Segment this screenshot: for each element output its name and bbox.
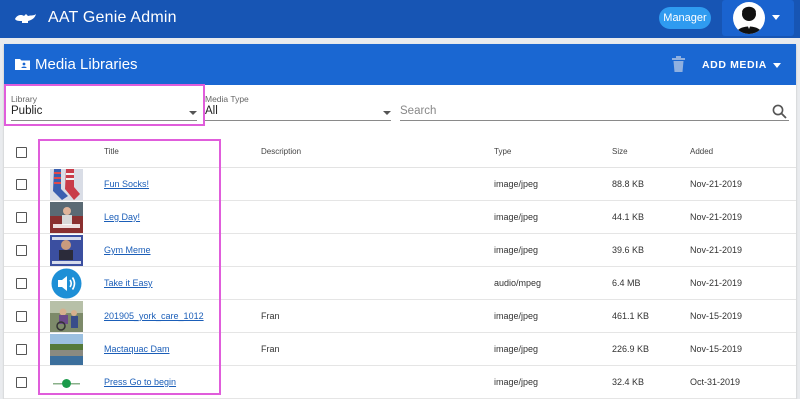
- media-size: 39.6 KB: [612, 245, 645, 255]
- chevron-down-icon: [772, 15, 780, 20]
- add-media-button[interactable]: ADD MEDIA: [702, 56, 781, 74]
- media-type: image/jpeg: [494, 212, 539, 222]
- media-type: image/jpeg: [494, 245, 539, 255]
- column-added[interactable]: Added: [690, 147, 713, 156]
- media-added: Nov-21-2019: [690, 245, 743, 255]
- media-size: 6.4 MB: [612, 278, 641, 288]
- card-header: Media Libraries ADD MEDIA: [4, 44, 796, 85]
- row-checkbox[interactable]: [16, 245, 27, 256]
- media-added: Nov-21-2019: [690, 179, 743, 189]
- genie-lamp-icon[interactable]: [13, 11, 37, 25]
- row-checkbox[interactable]: [16, 377, 27, 388]
- media-type-label: Media Type: [205, 94, 249, 104]
- search-icon[interactable]: [772, 104, 787, 119]
- media-type: image/jpeg: [494, 377, 539, 387]
- media-size: 88.8 KB: [612, 179, 645, 189]
- search-input[interactable]: Search: [400, 105, 436, 117]
- chevron-down-icon: [772, 62, 781, 68]
- row-checkbox[interactable]: [16, 278, 27, 289]
- library-highlight-box: [4, 84, 205, 126]
- search-underline: [400, 120, 789, 121]
- row-checkbox[interactable]: [16, 212, 27, 223]
- media-type-value: All: [205, 105, 218, 117]
- media-size: 44.1 KB: [612, 212, 645, 222]
- folder-icon: [15, 59, 30, 70]
- media-description: Fran: [261, 311, 280, 321]
- media-type: image/jpeg: [494, 311, 539, 321]
- user-avatar-icon: [736, 6, 762, 34]
- column-size[interactable]: Size: [612, 147, 628, 156]
- column-type[interactable]: Type: [494, 147, 511, 156]
- app-bar: AAT Genie Admin Manager: [0, 0, 800, 38]
- app-title: AAT Genie Admin: [48, 9, 177, 26]
- media-size: 32.4 KB: [612, 377, 645, 387]
- select-all-checkbox[interactable]: [16, 147, 27, 158]
- role-chip: Manager: [659, 7, 711, 29]
- media-added: Nov-21-2019: [690, 278, 743, 288]
- title-column-highlight-box: [38, 139, 221, 395]
- media-added: Nov-21-2019: [690, 212, 743, 222]
- column-description[interactable]: Description: [261, 147, 301, 156]
- media-description: Fran: [261, 344, 280, 354]
- media-type: image/jpeg: [494, 344, 539, 354]
- chevron-down-icon: [383, 111, 391, 115]
- page-title: Media Libraries: [35, 56, 138, 73]
- media-added: Oct-31-2019: [690, 377, 741, 387]
- search-field[interactable]: Search: [400, 94, 789, 121]
- media-added: Nov-15-2019: [690, 344, 743, 354]
- media-type: image/jpeg: [494, 179, 539, 189]
- media-added: Nov-15-2019: [690, 311, 743, 321]
- avatar: [733, 2, 765, 34]
- media-size: 226.9 KB: [612, 344, 650, 354]
- media-type: audio/mpeg: [494, 278, 542, 288]
- trash-icon[interactable]: [672, 56, 685, 72]
- row-checkbox[interactable]: [16, 179, 27, 190]
- user-menu-button[interactable]: [722, 0, 794, 36]
- row-checkbox[interactable]: [16, 344, 27, 355]
- media-type-select[interactable]: Media Type All: [205, 94, 391, 121]
- row-checkbox[interactable]: [16, 311, 27, 322]
- add-media-label: ADD MEDIA: [702, 59, 767, 71]
- media-type-underline: [205, 120, 391, 121]
- media-size: 461.1 KB: [612, 311, 650, 321]
